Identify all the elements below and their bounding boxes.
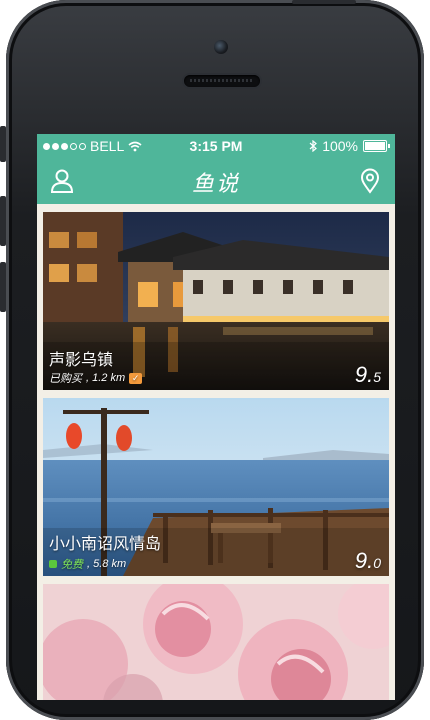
place-card[interactable]: 声影乌镇 已购买 , 1.2 km ✓ 9.5 — [43, 212, 389, 390]
distance-label: , 5.8 km — [87, 558, 127, 570]
purchase-status: 已购买 — [49, 373, 82, 385]
power-button — [292, 0, 356, 4]
app-screen: BELL 3:15 PM 100% 鱼说 声影乌镇 已购买 , 1.2 km ✓… — [37, 134, 395, 700]
earpiece-speaker — [184, 75, 260, 87]
nav-bar: 鱼说 — [37, 158, 395, 204]
volume-up-button — [0, 196, 6, 246]
status-bar: BELL 3:15 PM 100% — [37, 134, 395, 158]
front-camera — [214, 40, 228, 54]
bluetooth-icon — [309, 140, 318, 152]
rating-fraction: 5 — [373, 369, 381, 385]
rating-integer: 9. — [354, 362, 374, 387]
place-meta: 已购买 , 1.2 km ✓ — [49, 370, 143, 386]
battery-percent: 100% — [322, 138, 358, 154]
free-indicator-icon — [49, 560, 57, 568]
mute-switch — [0, 126, 6, 162]
rating-score: 9.0 — [355, 548, 381, 574]
place-title: 小小南诏风情岛 — [49, 536, 162, 553]
checkmark-icon: ✓ — [129, 372, 143, 384]
volume-down-button — [0, 262, 6, 312]
place-card[interactable]: 小小南诏风情岛 免费 , 5.8 km 9.0 — [43, 398, 389, 576]
place-card[interactable] — [43, 584, 389, 700]
price-status: 免费 — [61, 559, 83, 571]
app-title: 鱼说 — [191, 171, 240, 196]
rating-integer: 9. — [354, 548, 374, 573]
place-meta: 免费 , 5.8 km — [49, 556, 126, 572]
place-photo — [43, 584, 389, 700]
rating-score: 9.5 — [355, 362, 381, 388]
rating-fraction: 0 — [373, 555, 381, 571]
battery-icon — [363, 140, 390, 152]
place-title: 声影乌镇 — [49, 352, 114, 369]
location-pin-icon[interactable] — [357, 168, 383, 194]
distance-label: , 1.2 km — [86, 372, 126, 384]
